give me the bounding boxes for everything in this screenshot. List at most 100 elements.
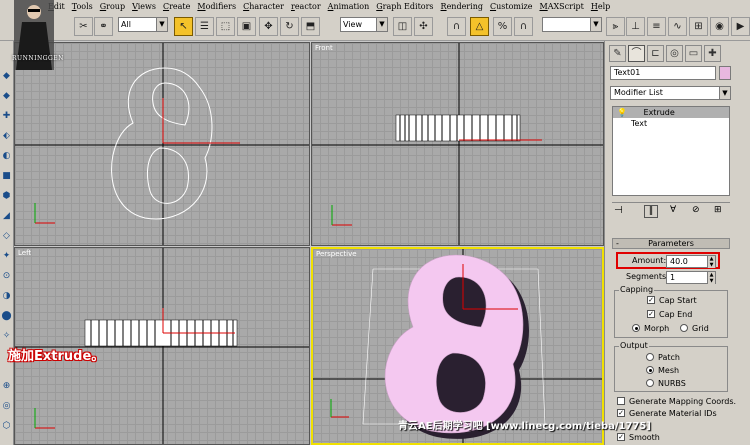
menu-create[interactable]: Create xyxy=(163,2,190,11)
tool-icon[interactable]: ⊕ xyxy=(1,381,12,392)
tool-icon[interactable]: ✦ xyxy=(1,251,12,262)
align-icon[interactable]: ⊥ xyxy=(626,17,645,36)
object-name-field[interactable]: Text01 xyxy=(610,66,716,80)
menu-help[interactable]: Help xyxy=(591,2,610,11)
create-tab-icon[interactable]: ✎ xyxy=(609,45,626,62)
cap-start-label: Cap Start xyxy=(659,296,697,305)
modifier-list-dropdown[interactable]: Modifier List ▼ xyxy=(610,86,731,100)
tool-icon[interactable]: ⬖ xyxy=(1,131,12,142)
amount-spinner-icon[interactable]: ▲ ▼ xyxy=(707,256,715,268)
cap-end-label: Cap End xyxy=(659,310,693,319)
tool-icon[interactable]: ◎ xyxy=(1,401,12,412)
utilities-tab-icon[interactable]: ✚ xyxy=(704,45,721,62)
make-unique-icon[interactable]: ∀ xyxy=(670,205,676,215)
selection-filter-dropdown[interactable]: All ▼ xyxy=(118,17,168,32)
segments-spinner-icon[interactable]: ▲ ▼ xyxy=(707,272,715,284)
viewport-perspective[interactable]: Perspective xyxy=(311,247,604,445)
motion-tab-icon[interactable]: ◎ xyxy=(666,45,683,62)
left-tool-strip: ◆ ◆ ✚ ⬖ ◐ ■ ⬢ ◢ ◇ ✦ ⊙ ◑ ⬤ ✧ ⊕ ◎ ⬡ xyxy=(0,41,14,445)
select-object-icon[interactable]: ↖ xyxy=(174,17,193,36)
modify-tab-icon[interactable]: ⌒ xyxy=(628,45,645,62)
tool-icon[interactable]: ◆ xyxy=(1,91,12,102)
select-move-icon[interactable]: ✥ xyxy=(259,17,278,36)
window-crossing-icon[interactable]: ▣ xyxy=(237,17,256,36)
unlink-icon[interactable]: ✂ xyxy=(74,17,93,36)
select-by-name-icon[interactable]: ☰ xyxy=(195,17,214,36)
material-editor-icon[interactable]: ◉ xyxy=(710,17,729,36)
nurbs-radio[interactable] xyxy=(646,379,654,387)
stack-item-text[interactable]: Text xyxy=(613,118,729,129)
tool-icon[interactable]: ◐ xyxy=(1,151,12,162)
bind-icon[interactable]: ⚭ xyxy=(94,17,113,36)
remove-modifier-icon[interactable]: ⊘ xyxy=(692,205,700,215)
menu-bar: Edit Tools Group Views Create Modifiers … xyxy=(0,0,750,13)
menu-graph-editors[interactable]: Graph Editors xyxy=(376,2,433,11)
menu-maxscript[interactable]: MAXScript xyxy=(539,2,583,11)
viewport-front[interactable]: Front xyxy=(311,42,604,246)
select-scale-icon[interactable]: ⬒ xyxy=(301,17,320,36)
menu-rendering[interactable]: Rendering xyxy=(441,2,483,11)
gen-material-checkbox[interactable]: ✓ xyxy=(617,409,625,417)
chevron-down-icon: ▼ xyxy=(719,87,730,99)
tool-icon[interactable]: ⬤ xyxy=(1,311,12,322)
amount-field[interactable]: 40.0 ▲ ▼ xyxy=(666,255,716,268)
cap-end-checkbox[interactable]: ✓ xyxy=(647,310,655,318)
stack-item-extrude[interactable]: 💡 Extrude xyxy=(613,107,729,118)
morph-radio[interactable] xyxy=(632,324,640,332)
tool-icon[interactable]: ✚ xyxy=(1,111,12,122)
mirror-icon[interactable]: ⫸ xyxy=(606,17,625,36)
snap-3d-icon[interactable]: ∩ xyxy=(447,17,466,36)
patch-radio[interactable] xyxy=(646,353,654,361)
tool-icon[interactable]: ⊙ xyxy=(1,271,12,282)
render-icon[interactable]: ▶ xyxy=(731,17,750,36)
segments-field[interactable]: 1 ▲ ▼ xyxy=(666,271,716,284)
menu-modifiers[interactable]: Modifiers xyxy=(197,2,236,11)
menu-customize[interactable]: Customize xyxy=(490,2,533,11)
tutorial-caption: 施加Extrude。 xyxy=(8,349,105,364)
tool-icon[interactable]: ✧ xyxy=(1,331,12,342)
parameters-rollout-header[interactable]: - Parameters xyxy=(612,238,730,249)
smooth-label: Smooth xyxy=(629,433,660,442)
tool-icon[interactable]: ⬢ xyxy=(1,191,12,202)
menu-animation[interactable]: Animation xyxy=(328,2,370,11)
menu-character[interactable]: Character xyxy=(243,2,284,11)
configure-sets-icon[interactable]: ⊞ xyxy=(714,205,722,215)
menu-tools[interactable]: Tools xyxy=(72,2,93,11)
manipulate-icon[interactable]: ✣ xyxy=(414,17,433,36)
rect-region-icon[interactable]: ⬚ xyxy=(216,17,235,36)
tool-icon[interactable]: ■ xyxy=(1,171,12,182)
hierarchy-tab-icon[interactable]: ⊏ xyxy=(647,45,664,62)
stack-controls: ⊣ ‖ ∀ ⊘ ⊞ xyxy=(612,202,730,218)
grid-radio[interactable] xyxy=(680,324,688,332)
pivot-icon[interactable]: ◫ xyxy=(393,17,412,36)
mesh-radio[interactable] xyxy=(646,366,654,374)
layer-manager-icon[interactable]: ≡ xyxy=(647,17,666,36)
named-selection-dropdown[interactable]: ▼ xyxy=(542,17,602,32)
tool-icon[interactable]: ◑ xyxy=(1,291,12,302)
lightbulb-icon: 💡 xyxy=(617,108,627,117)
tool-icon[interactable]: ◇ xyxy=(1,231,12,242)
display-tab-icon[interactable]: ▭ xyxy=(685,45,702,62)
object-color-swatch[interactable] xyxy=(719,66,731,80)
select-rotate-icon[interactable]: ↻ xyxy=(280,17,299,36)
menu-group[interactable]: Group xyxy=(100,2,125,11)
pin-stack-icon[interactable]: ⊣ xyxy=(614,205,623,216)
schematic-icon[interactable]: ⊞ xyxy=(689,17,708,36)
show-end-result-icon[interactable]: ‖ xyxy=(644,205,658,218)
spinner-snap-icon[interactable]: ∩ xyxy=(514,17,533,36)
max-window: Edit Tools Group Views Create Modifiers … xyxy=(0,0,750,445)
curve-editor-icon[interactable]: ∿ xyxy=(668,17,687,36)
menu-views[interactable]: Views xyxy=(132,2,156,11)
percent-snap-icon[interactable]: % xyxy=(493,17,512,36)
stack-item-label: Text xyxy=(631,119,648,128)
front-view-shape xyxy=(312,43,603,245)
chevron-down-icon: ▼ xyxy=(156,18,167,31)
cap-start-checkbox[interactable]: ✓ xyxy=(647,296,655,304)
menu-reactor[interactable]: reactor xyxy=(291,2,321,11)
angle-snap-icon[interactable]: △ xyxy=(470,17,489,36)
reference-coord-dropdown[interactable]: View ▼ xyxy=(340,17,388,32)
gen-mapping-checkbox[interactable] xyxy=(617,397,625,405)
smooth-checkbox[interactable]: ✓ xyxy=(617,433,625,441)
tool-icon[interactable]: ◢ xyxy=(1,211,12,222)
tool-icon[interactable]: ⬡ xyxy=(1,421,12,432)
